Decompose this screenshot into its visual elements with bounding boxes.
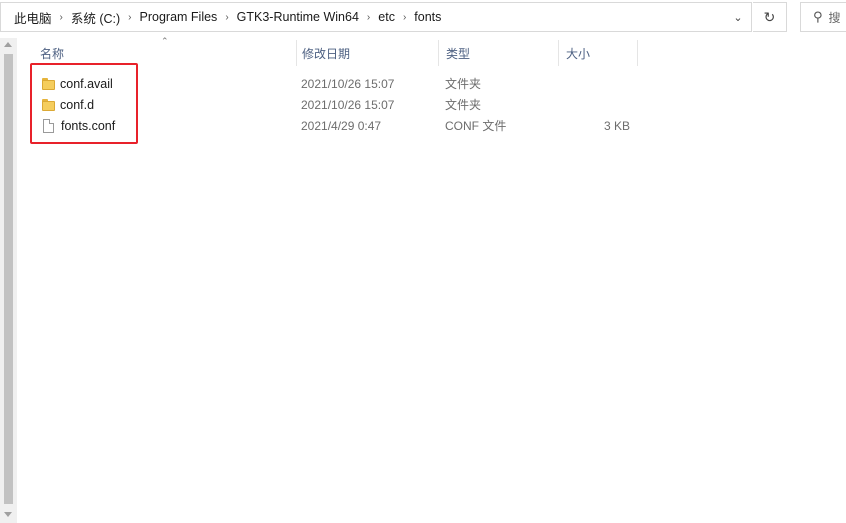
breadcrumb-chevron-icon[interactable]: ›	[123, 12, 136, 23]
chevron-down-icon: ⌄	[733, 11, 743, 24]
address-bar[interactable]: 此电脑 › 系统 (C:) › Program Files › GTK3-Run…	[0, 2, 752, 32]
column-header-type[interactable]: 类型	[438, 40, 558, 66]
column-header-modified[interactable]: 修改日期	[296, 40, 438, 66]
scroll-down-icon[interactable]	[4, 512, 12, 517]
breadcrumb-etc[interactable]: etc	[375, 10, 398, 24]
navigation-scrollbar[interactable]	[0, 38, 17, 523]
address-toolbar: 此电脑 › 系统 (C:) › Program Files › GTK3-Run…	[0, 0, 846, 36]
breadcrumb-gtk3-runtime[interactable]: GTK3-Runtime Win64	[234, 10, 362, 24]
scroll-up-icon[interactable]	[4, 42, 12, 47]
breadcrumb-c-drive[interactable]: 系统 (C:)	[68, 8, 123, 27]
breadcrumb-program-files[interactable]: Program Files	[137, 10, 221, 24]
file-modified: 2021/10/26 15:07	[301, 97, 395, 112]
scrollbar-thumb[interactable]	[4, 54, 13, 504]
breadcrumb-chevron-icon[interactable]: ›	[55, 12, 68, 23]
refresh-button[interactable]: ↻	[753, 2, 787, 32]
file-type: CONF 文件	[445, 119, 507, 133]
file-modified: 2021/10/26 15:07	[301, 76, 395, 91]
search-icon: ⚲	[813, 9, 823, 24]
highlight-annotation	[30, 63, 138, 144]
search-input[interactable]: ⚲ 搜	[800, 2, 846, 32]
breadcrumb-chevron-icon[interactable]: ›	[220, 12, 233, 23]
breadcrumb-fonts[interactable]: fonts	[411, 10, 444, 24]
file-modified: 2021/4/29 0:47	[301, 118, 382, 133]
file-type: 文件夹	[445, 98, 482, 112]
address-history-dropdown[interactable]: ⌄	[724, 2, 752, 32]
breadcrumb-this-pc[interactable]: 此电脑	[11, 8, 55, 27]
file-size: 3 KB	[603, 118, 630, 133]
refresh-icon: ↻	[763, 8, 776, 25]
breadcrumb-chevron-icon[interactable]: ›	[398, 12, 411, 23]
search-placeholder: 搜	[828, 10, 841, 25]
breadcrumb-chevron-icon[interactable]: ›	[362, 12, 375, 23]
file-type: 文件夹	[445, 77, 482, 91]
column-header-size[interactable]: 大小	[558, 40, 638, 66]
